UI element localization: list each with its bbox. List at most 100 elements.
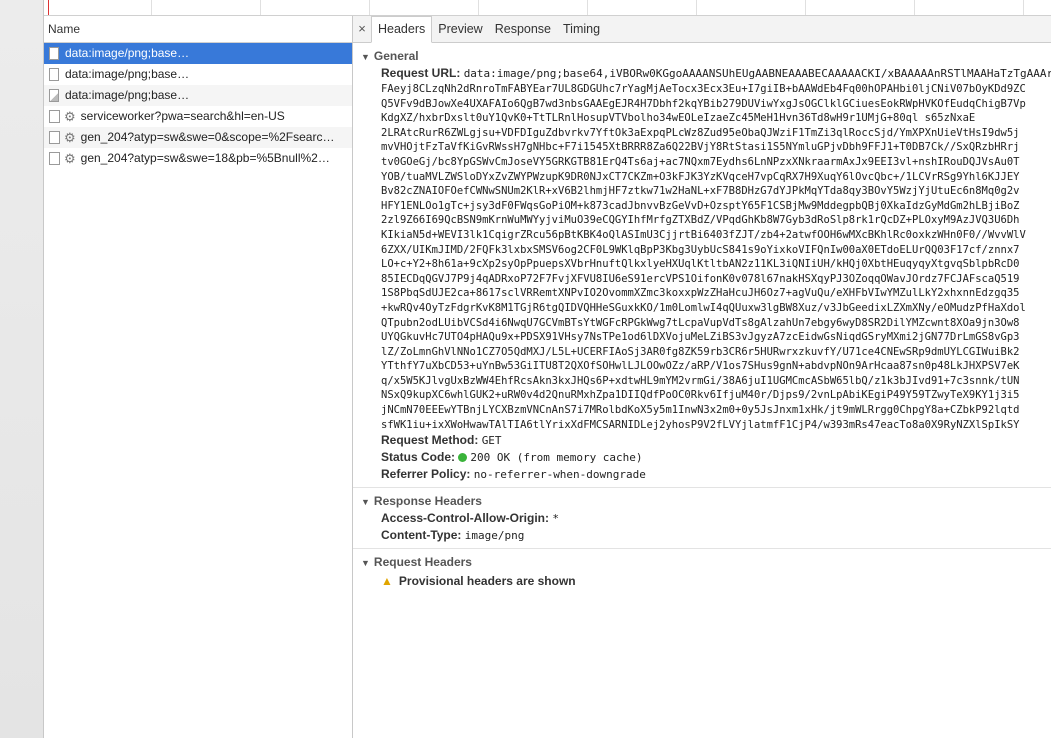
request-headers-toggle[interactable]: ▼ Request Headers bbox=[353, 553, 1051, 571]
url-line: jNCmN70EEEwYTBnjLYCXBzmVNCnAnS7i7MRolbdK… bbox=[381, 404, 1020, 417]
status-code-value: 200 OK (from memory cache) bbox=[470, 451, 643, 465]
grid-tick bbox=[1023, 0, 1024, 15]
url-line: Q5VFv9dBJowXe4UXAFAIo6QgB7wd3nbsGAAEgEJR… bbox=[381, 97, 1026, 110]
provisional-text: Provisional headers are shown bbox=[398, 574, 576, 589]
request-method-label: Request Method: bbox=[381, 433, 479, 448]
status-code-row: Status Code: 200 OK (from memory cache) bbox=[353, 449, 1051, 466]
close-icon[interactable]: × bbox=[353, 16, 371, 42]
header-row: Access-Control-Allow-Origin: * bbox=[353, 510, 1051, 527]
header-value: image/png bbox=[464, 529, 525, 543]
file-icon bbox=[49, 47, 59, 60]
provisional-warning: ▲ Provisional headers are shown bbox=[353, 573, 1051, 590]
image-file-icon bbox=[49, 89, 59, 102]
request-name: gen_204?atyp=sw&swe=18&pb=%5Bnull%2… bbox=[80, 151, 330, 165]
grid-tick bbox=[369, 0, 370, 15]
grid-tick bbox=[914, 0, 915, 15]
triangle-down-icon: ▼ bbox=[361, 52, 370, 62]
file-icon bbox=[49, 110, 60, 123]
request-row[interactable]: ⚙ gen_204?atyp=sw&swe=0&scope=%2Fsearc… bbox=[44, 127, 352, 148]
section-title: Response Headers bbox=[373, 494, 482, 509]
gear-icon: ⚙ bbox=[64, 151, 76, 166]
url-line: lZ/ZoLmnGhVlNNo1CZ7O5QdMXJ/L5L+UCERFIAoS… bbox=[381, 345, 1020, 358]
request-row[interactable]: ⚙ serviceworker?pwa=search&hl=en-US bbox=[44, 106, 352, 127]
section-title: Request Headers bbox=[373, 555, 472, 570]
request-url-label: Request URL: bbox=[381, 66, 461, 80]
gear-icon: ⚙ bbox=[64, 130, 76, 145]
url-line: KIkiaN5d+WEVI3lk1CqigrZRcu56pBtKBK4oQlAS… bbox=[381, 228, 1026, 241]
url-line: UYQGkuvHc7UTO4pHAQu9x+PDSX91VHsy7NsTPe1o… bbox=[381, 331, 1020, 344]
triangle-down-icon: ▼ bbox=[361, 497, 370, 508]
file-icon bbox=[49, 131, 60, 144]
devtools-network-panel: Name data:image/png;base… data:image/png… bbox=[43, 0, 1051, 738]
url-line: HFY1ENLOo1gTc+jsy3dF0FWqsGoPiOM+k873cadJ… bbox=[381, 199, 1020, 212]
url-line: mvVHOjtFzTaVfKiGvRWssH7gNHbc+F7i1545XtBR… bbox=[381, 141, 1020, 154]
request-name: data:image/png;base… bbox=[65, 67, 190, 81]
tab-response[interactable]: Response bbox=[489, 17, 557, 42]
grid-tick bbox=[696, 0, 697, 15]
request-method-value: GET bbox=[481, 434, 502, 448]
url-line: FAeyj8CLzqNh2dRnroTmFABYEar7UL8GDGUhc7rY… bbox=[381, 83, 1026, 95]
divider bbox=[353, 548, 1051, 550]
url-line: sfWK1iu+ixXWoHwawTAlTIA6tlYrixXdFMCSARNI… bbox=[381, 418, 1020, 431]
status-code-label: Status Code: bbox=[381, 450, 456, 465]
tab-headers[interactable]: Headers bbox=[371, 16, 433, 43]
grid-tick bbox=[587, 0, 588, 15]
url-line: 2LRAtcRurR6ZWLgjsu+VDFDIguZdbvrkv7YftOk3… bbox=[381, 126, 1020, 139]
gear-icon: ⚙ bbox=[64, 109, 76, 124]
url-line: QTpubn2odLUibVCSd4i6NwqU7GCVmBTsYtWGFcRP… bbox=[381, 316, 1020, 329]
request-name: data:image/png;base… bbox=[65, 46, 190, 60]
url-line: +kwRQv4OyTzFdgrKvK8M1TGjR6tgQIDVQHHeSGux… bbox=[381, 301, 1026, 314]
header-value: * bbox=[552, 512, 559, 526]
load-marker bbox=[48, 0, 49, 15]
triangle-down-icon: ▼ bbox=[361, 558, 370, 569]
referrer-policy-value: no-referrer-when-downgrade bbox=[473, 468, 646, 482]
left-gutter bbox=[0, 0, 43, 738]
request-details: × Headers Preview Response Timing ▼ Gener… bbox=[353, 16, 1051, 738]
header-name: Access-Control-Allow-Origin: bbox=[381, 511, 550, 526]
status-ok-icon bbox=[458, 453, 468, 463]
grid-tick bbox=[260, 0, 261, 15]
url-line: q/x5W5KJlvgUxBzWW4EhfRcsAkn3kxJHQs6P+xdt… bbox=[381, 374, 1020, 387]
tab-preview[interactable]: Preview bbox=[432, 17, 488, 42]
response-headers-toggle[interactable]: ▼ Response Headers bbox=[353, 492, 1051, 510]
request-name: data:image/png;base… bbox=[65, 88, 190, 102]
url-line: YTthfY7uXbCD53+uYnBw53GiITU8T2QXOfSOHwlL… bbox=[381, 360, 1020, 373]
url-line: 85IECDqQGVJ7P9j4qADRxoP72F7FvjXFVU8IU6eS… bbox=[381, 272, 1020, 285]
url-line: 2zl9Z66I69QcBSN9mKrnWuMWYyjviMuO39eCQGYI… bbox=[381, 214, 1020, 227]
request-row[interactable]: data:image/png;base… bbox=[44, 43, 352, 64]
url-line: YOB/tuaMVLZWSloDYxZvZWYPWzupK9DR0NJxCT7C… bbox=[381, 170, 1020, 183]
divider bbox=[353, 487, 1051, 489]
request-list: Name data:image/png;base… data:image/png… bbox=[44, 16, 353, 738]
url-line: Bv82cZNAIOFOefCWNwSNUm2KlR+xV6B2lhmjHF7z… bbox=[381, 185, 1020, 198]
file-icon bbox=[49, 68, 59, 81]
request-row[interactable]: data:image/png;base… bbox=[44, 64, 352, 85]
request-name: serviceworker?pwa=search&hl=en-US bbox=[80, 109, 285, 123]
general-section-toggle[interactable]: ▼ General bbox=[353, 47, 1051, 65]
timeline-overview[interactable] bbox=[44, 0, 1051, 16]
url-line: NSxQ9kupXC6whlGUK2+uRW0v4d2QnuRMxhZpa1DI… bbox=[381, 389, 1020, 402]
request-method-row: Request Method: GET bbox=[353, 432, 1051, 449]
grid-tick bbox=[805, 0, 806, 15]
request-url-row: Request URL: data:image/png;base64,iVBOR… bbox=[353, 65, 1051, 82]
request-url-value: data:image/png;base64,iVBORw0KGgoAAAANSU… bbox=[463, 67, 1051, 80]
url-line: 6ZXX/UIKmJIMD/2FQFk3lxbxSMSV6og2CF0L9WKl… bbox=[381, 243, 1020, 256]
url-line: 1S8PbqSdUJE2ca+8617sclVRRemtXNPvIO2Ovomm… bbox=[381, 287, 1020, 300]
referrer-policy-row: Referrer Policy: no-referrer-when-downgr… bbox=[353, 466, 1051, 483]
request-name: gen_204?atyp=sw&swe=0&scope=%2Fsearc… bbox=[80, 130, 335, 144]
header-row: Content-Type: image/png bbox=[353, 527, 1051, 544]
name-column-header[interactable]: Name bbox=[44, 16, 352, 43]
warning-icon: ▲ bbox=[381, 574, 393, 589]
grid-tick bbox=[478, 0, 479, 15]
url-line: tv0GOeGj/bc8YpGSWvCmJoseVY5GRKGTB81ErQ4T… bbox=[381, 155, 1020, 168]
request-row[interactable]: ⚙ gen_204?atyp=sw&swe=18&pb=%5Bnull%2… bbox=[44, 148, 352, 169]
file-icon bbox=[49, 152, 60, 165]
request-row[interactable]: data:image/png;base… bbox=[44, 85, 352, 106]
referrer-policy-label: Referrer Policy: bbox=[381, 467, 471, 482]
request-url-continuation: FAeyj8CLzqNh2dRnroTmFABYEar7UL8GDGUhc7rY… bbox=[353, 82, 1051, 432]
section-title: General bbox=[373, 49, 419, 63]
url-line: KdgXZ/hxbrDxslt0uY1QvK0+TtTLRnlHosupVTVb… bbox=[381, 112, 976, 125]
header-name: Content-Type: bbox=[381, 528, 462, 543]
grid-tick bbox=[151, 0, 152, 15]
tab-timing[interactable]: Timing bbox=[557, 17, 606, 42]
details-tabbar: × Headers Preview Response Timing bbox=[353, 16, 1051, 43]
